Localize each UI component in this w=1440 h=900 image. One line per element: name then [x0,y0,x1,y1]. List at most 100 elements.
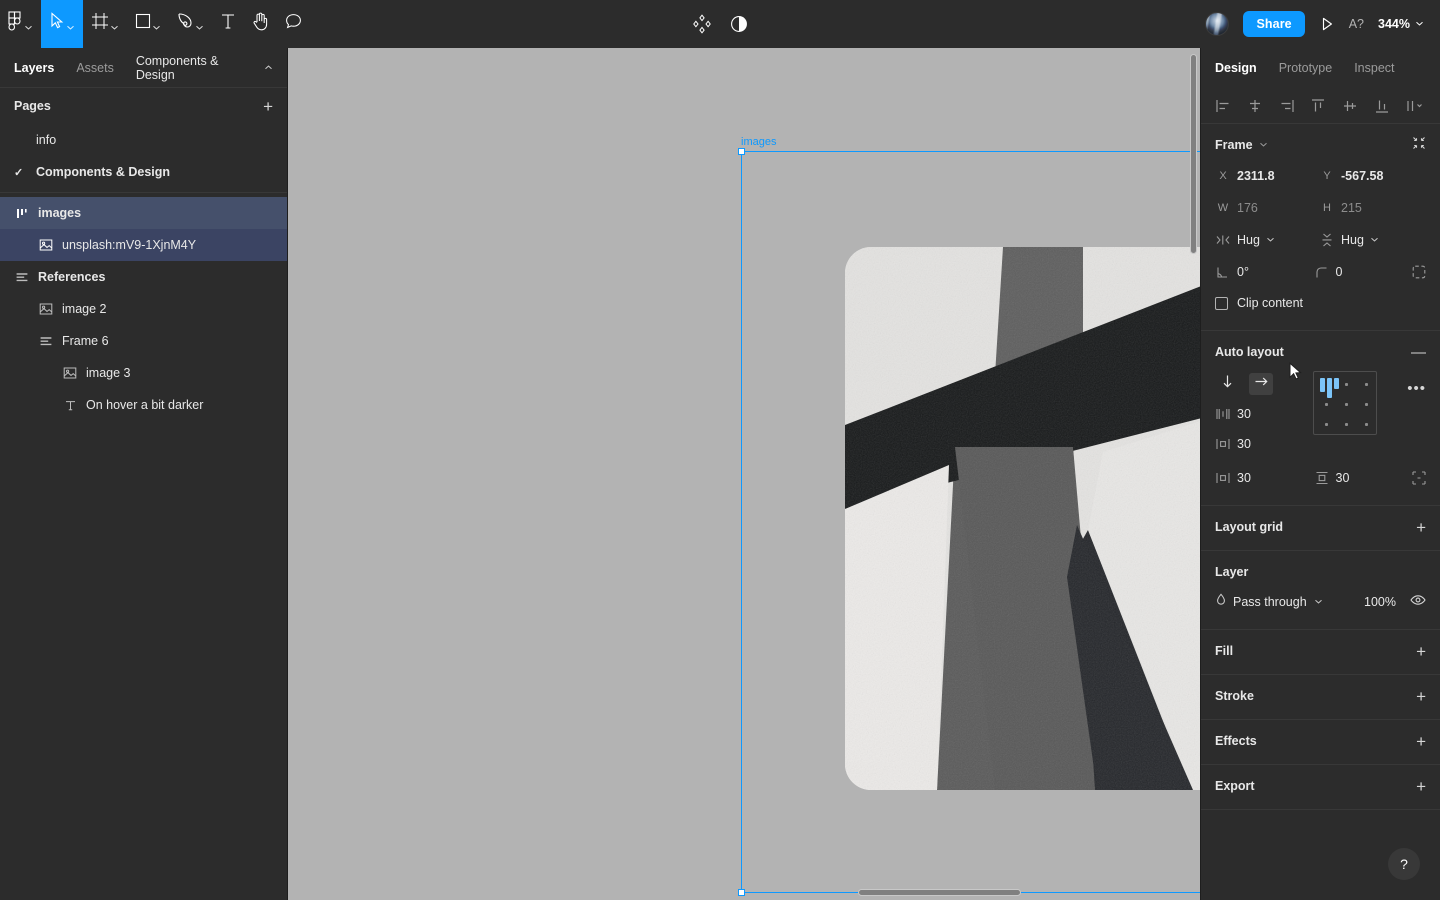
independent-corners-icon[interactable] [1412,265,1426,279]
height-field[interactable]: H 215 [1319,201,1423,215]
padding-vertical-field-left[interactable]: 30 [1215,471,1314,485]
padding-horizontal-field[interactable]: 30 [1215,437,1311,451]
alignment-bar-1 [1320,378,1325,392]
individual-padding-icon[interactable] [1412,471,1426,485]
rotation-field[interactable]: 0° [1215,265,1314,279]
width-field[interactable]: W 176 [1215,201,1319,215]
padding-horizontal-icon [1215,437,1231,451]
add-effect-button[interactable]: + [1416,733,1426,750]
help-button[interactable]: ? [1388,848,1420,880]
zoom-level-control[interactable]: 344% [1378,17,1424,31]
page-item-info[interactable]: ✓ info [0,124,287,156]
direction-vertical-button[interactable] [1215,373,1239,395]
height-resizing-select[interactable]: Hug [1341,233,1379,247]
frame-name-label[interactable]: images [741,136,776,148]
move-tool-button[interactable] [41,0,83,48]
canvas-horizontal-scrollbar[interactable] [858,889,1021,896]
layer-label: unsplash:mV9-1XjnM4Y [62,238,197,252]
pen-icon [177,12,194,35]
x-field[interactable]: X 2311.8 [1215,169,1319,183]
eye-icon[interactable] [1410,593,1426,611]
resize-handle-top-left[interactable] [738,148,745,155]
chevron-down-icon [1314,595,1323,609]
remove-auto-layout-button[interactable]: — [1411,345,1426,360]
square-icon [135,13,151,34]
resize-handle-bottom-left[interactable] [738,889,745,896]
half-circle-icon[interactable] [730,15,748,33]
secondary-label[interactable]: A? [1349,17,1364,31]
layer-row-unsplash-image[interactable]: unsplash:mV9-1XjnM4Y [0,229,287,261]
tab-assets[interactable]: Assets [76,61,114,75]
layer-label: images [38,206,82,220]
add-layout-grid-button[interactable]: + [1416,519,1426,536]
tab-inspect[interactable]: Inspect [1354,61,1394,75]
width-resizing-field[interactable]: Hug [1215,233,1319,247]
tab-prototype[interactable]: Prototype [1279,61,1333,75]
layer-row-image-3[interactable]: image 3 [0,357,287,389]
rotation-value: 0° [1237,265,1249,279]
direction-horizontal-button[interactable] [1249,373,1273,395]
design-canvas[interactable]: images [288,48,1200,900]
layer-row-references[interactable]: References [0,261,287,293]
four-diamonds-icon[interactable] [692,14,712,34]
section-icon [14,269,30,285]
add-export-button[interactable]: + [1416,778,1426,795]
right-sidebar: Design Prototype Inspect Frame X 2311.8 … [1200,48,1440,900]
pen-tool-button[interactable] [169,0,212,48]
layer-row-frame-6[interactable]: Frame 6 [0,325,287,357]
layer-row-on-hover-text[interactable]: On hover a bit darker [0,389,287,421]
align-right-icon[interactable] [1279,98,1295,114]
blend-mode-select[interactable]: Pass through [1233,595,1323,609]
clip-content-label: Clip content [1237,296,1304,310]
align-top-icon[interactable] [1310,98,1326,114]
layer-row-image-2[interactable]: image 2 [0,293,287,325]
y-field[interactable]: Y -567.58 [1319,169,1423,183]
collapse-all-icon[interactable] [1412,136,1426,155]
tab-design[interactable]: Design [1215,61,1257,75]
opacity-value[interactable]: 100% [1364,595,1396,609]
add-page-button[interactable]: + [263,98,273,115]
chevron-down-icon[interactable] [1259,136,1268,154]
corner-radius-field[interactable]: 0 [1314,265,1413,279]
align-left-icon[interactable] [1215,98,1231,114]
hand-tool-button[interactable] [244,0,277,48]
canvas-vertical-scrollbar[interactable] [1190,54,1197,254]
clip-content-checkbox[interactable] [1215,296,1228,310]
shape-tool-button[interactable] [127,0,169,48]
play-triangle-icon[interactable] [1319,16,1335,32]
figma-menu-button[interactable] [0,0,41,48]
fill-title: Fill [1215,644,1234,658]
height-resizing-field[interactable]: Hug [1319,233,1423,247]
text-icon [62,397,78,413]
align-bottom-icon[interactable] [1374,98,1390,114]
stroke-title: Stroke [1215,689,1254,703]
text-tool-button[interactable] [212,0,244,48]
gap-icon [1215,407,1231,421]
distribute-menu-icon[interactable] [1406,98,1426,114]
h-value: 215 [1341,201,1362,215]
layer-row-images[interactable]: images [0,197,287,229]
frame-tool-button[interactable] [83,0,127,48]
clip-content-row[interactable]: Clip content [1215,288,1426,318]
check-icon: ✓ [14,166,24,179]
comment-tool-button[interactable] [277,0,310,48]
add-stroke-button[interactable]: + [1416,688,1426,705]
auto-layout-header: Auto layout — [1215,341,1426,363]
page-item-components-design[interactable]: ✓ Components & Design [0,156,287,188]
align-vertical-center-icon[interactable] [1342,98,1358,114]
stroke-header: Stroke + [1215,685,1426,707]
padding-vertical-field[interactable]: 30 [1314,471,1413,485]
width-resizing-select[interactable]: Hug [1237,233,1275,247]
gap-field[interactable]: 30 [1215,407,1311,421]
page-selector[interactable]: Components & Design [136,54,273,82]
align-horizontal-center-icon[interactable] [1247,98,1263,114]
user-avatar[interactable] [1205,11,1230,36]
alignment-grid[interactable] [1313,371,1377,435]
w-value: 176 [1237,201,1258,215]
pages-header-label: Pages [14,99,51,113]
auto-layout-more-options-icon[interactable]: ••• [1407,381,1426,396]
add-fill-button[interactable]: + [1416,643,1426,660]
toolbar-tools [0,0,310,48]
share-button[interactable]: Share [1243,10,1305,37]
tab-layers[interactable]: Layers [14,61,54,75]
